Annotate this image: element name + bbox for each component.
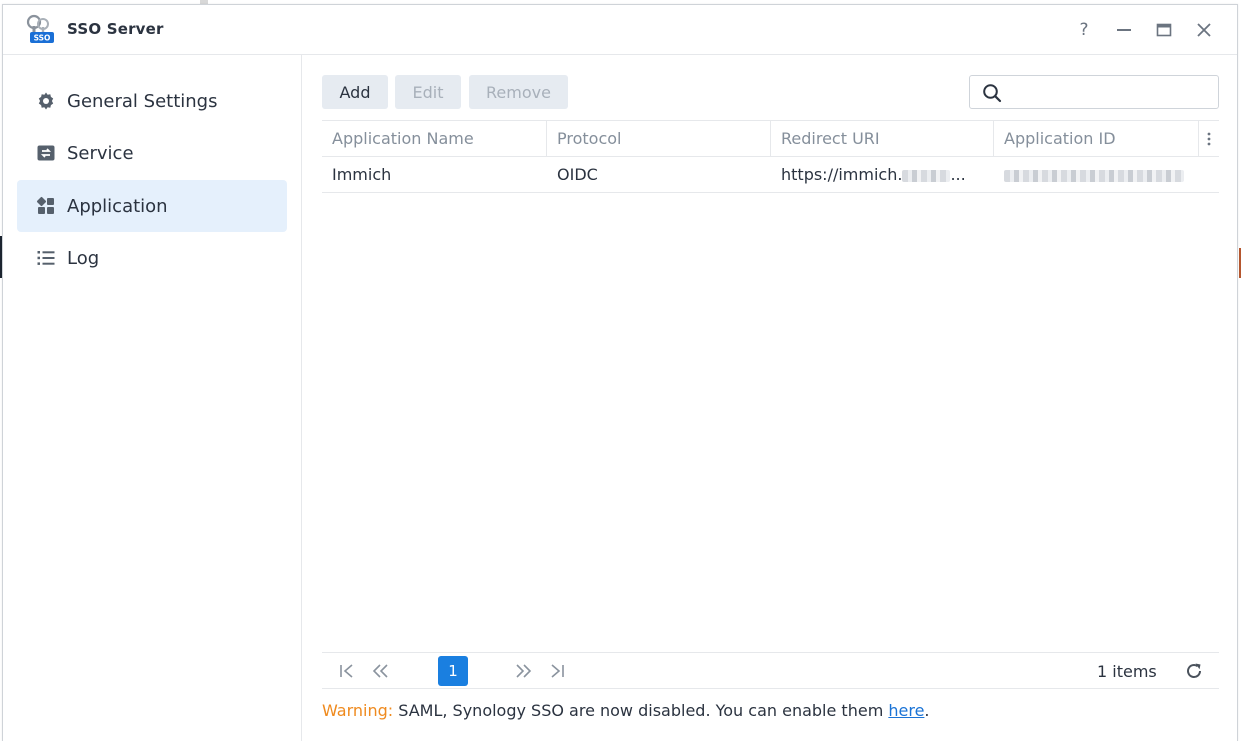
apps-grid-icon [35, 195, 57, 217]
redirect-uri-ellipsis: ... [950, 165, 966, 184]
double-chevron-left-icon [372, 664, 388, 678]
help-button[interactable]: ? [1071, 17, 1097, 43]
main-panel: Add Edit Remove Application Name Protoco… [302, 55, 1239, 741]
gear-icon [35, 90, 57, 112]
edit-button[interactable]: Edit [395, 75, 461, 109]
double-chevron-right-icon [516, 664, 532, 678]
search-input[interactable] [1010, 80, 1210, 104]
warning-end: . [924, 701, 930, 720]
add-button[interactable]: Add [322, 75, 388, 109]
column-header-redirect-uri[interactable]: Redirect URI [771, 121, 994, 157]
maximize-button[interactable] [1151, 17, 1177, 43]
last-page-button[interactable] [546, 661, 568, 681]
sso-app-icon: SSO [23, 13, 57, 47]
search-icon [983, 84, 1002, 103]
last-page-icon [551, 664, 564, 678]
first-page-icon [340, 664, 353, 678]
sso-icon-badge: SSO [34, 34, 51, 43]
maximize-icon [1156, 23, 1172, 37]
sidebar-item-application[interactable]: Application [17, 180, 287, 232]
sidebar: General Settings Service Application Log [3, 55, 302, 741]
warning-message: Warning: SAML, Synology SSO are now disa… [322, 701, 930, 720]
redirect-uri-text: https://immich. [781, 165, 903, 184]
sidebar-item-log[interactable]: Log [17, 232, 287, 284]
search-box[interactable] [969, 75, 1219, 109]
first-page-button[interactable] [336, 661, 358, 681]
remove-button[interactable]: Remove [469, 75, 568, 109]
next-page-button[interactable] [512, 661, 534, 681]
refresh-button[interactable] [1184, 661, 1204, 681]
sso-server-window: SSO SSO Server ? General Settings Servic… [2, 4, 1238, 741]
sidebar-item-label: Log [67, 247, 100, 269]
sidebar-item-label: General Settings [67, 90, 218, 112]
cell-application-id [994, 157, 1199, 192]
close-icon [1197, 23, 1211, 37]
service-icon [35, 142, 57, 164]
refresh-icon [1187, 663, 1201, 678]
table-row[interactable]: Immich OIDC https://immich.... [322, 157, 1219, 193]
sidebar-item-general-settings[interactable]: General Settings [17, 75, 287, 127]
close-button[interactable] [1191, 17, 1217, 43]
applications-table: Application Name Protocol Redirect URI A… [322, 120, 1219, 193]
sidebar-item-label: Application [67, 195, 168, 217]
items-count: 1 items [1097, 662, 1157, 681]
window-title: SSO Server [67, 20, 164, 38]
table-header: Application Name Protocol Redirect URI A… [322, 120, 1219, 157]
warning-text: SAML, Synology SSO are now disabled. You… [393, 701, 889, 720]
cell-redirect-uri: https://immich.... [771, 157, 986, 192]
list-icon [35, 247, 57, 269]
sidebar-item-label: Service [67, 142, 134, 164]
current-page-button[interactable]: 1 [438, 656, 468, 686]
minimize-button[interactable] [1111, 17, 1137, 43]
sidebar-item-service[interactable]: Service [17, 127, 287, 179]
title-bar[interactable]: SSO SSO Server ? [3, 5, 1237, 55]
warning-label: Warning: [322, 701, 394, 720]
column-header-application-name[interactable]: Application Name [322, 121, 547, 157]
pagination-bar: 1 1 items [322, 652, 1219, 689]
minimize-icon [1117, 29, 1131, 31]
enable-here-link[interactable]: here [888, 701, 924, 720]
redacted-blur [902, 169, 951, 182]
help-icon: ? [1079, 20, 1089, 40]
previous-page-button[interactable] [370, 661, 392, 681]
cell-protocol: OIDC [557, 165, 598, 184]
column-header-application-id[interactable]: Application ID [994, 121, 1199, 157]
column-header-protocol[interactable]: Protocol [547, 121, 771, 157]
column-menu-button[interactable] [1199, 121, 1219, 157]
cell-application-name: Immich [332, 165, 392, 184]
vertical-dots-icon [1207, 132, 1211, 146]
redacted-blur [1004, 169, 1184, 182]
